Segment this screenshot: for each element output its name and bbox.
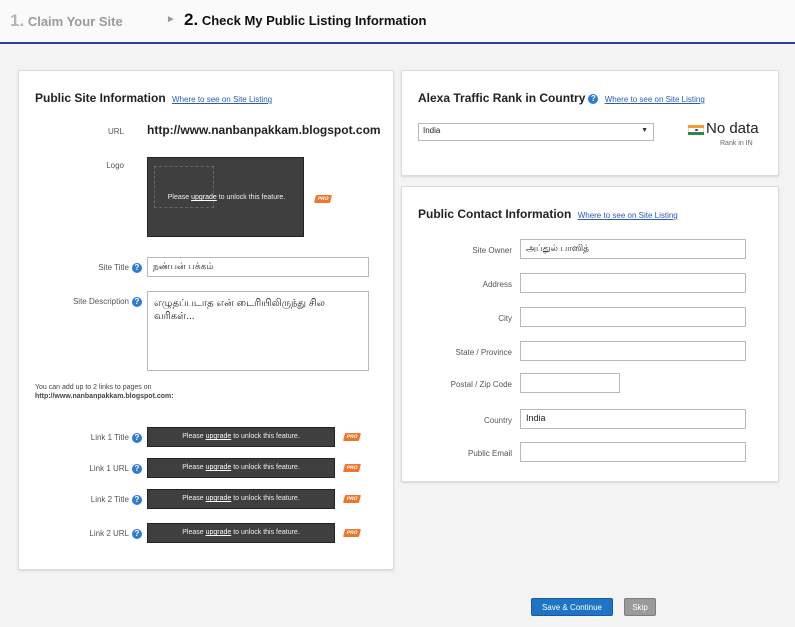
site-description-textarea[interactable]: எழுதப்படாத என் டைரியிலிருந்து சில வரிகள்… xyxy=(147,291,369,371)
panel-title-text: Public Site Information xyxy=(35,91,166,105)
skip-button[interactable]: Skip xyxy=(624,598,656,616)
link-label-text: Link 1 Title xyxy=(90,433,129,443)
city-label: City xyxy=(498,314,512,323)
link-2-title-label: Link 2 Title? xyxy=(59,495,142,505)
site-title-input[interactable]: நண்பன் பக்கம் xyxy=(147,257,369,277)
link-label-text: Link 2 URL xyxy=(89,529,129,539)
site-owner-label: Site Owner xyxy=(472,246,512,255)
link-2-url-label: Link 2 URL? xyxy=(59,529,142,539)
locked-text: to unlock this feature. xyxy=(233,495,300,502)
link-1-url-label: Link 1 URL? xyxy=(59,464,142,474)
country-select[interactable]: India ▼ xyxy=(418,123,654,141)
upgrade-link[interactable]: upgrade xyxy=(206,464,232,471)
info-icon[interactable]: ? xyxy=(132,529,142,539)
step-header: 1. Claim Your Site ► 2. Check My Public … xyxy=(0,0,795,44)
info-icon[interactable]: ? xyxy=(588,93,599,104)
save-continue-button[interactable]: Save & Continue xyxy=(531,598,613,616)
links-note-domain: http://www.nanbanpakkam.blogspot.com: xyxy=(35,393,174,400)
site-description-label-text: Site Description xyxy=(72,297,129,307)
where-to-see-link[interactable]: Where to see on Site Listing xyxy=(172,95,272,104)
logo-label: Logo xyxy=(106,161,124,170)
upgrade-link[interactable]: upgrade xyxy=(206,433,232,440)
locked-text: Please xyxy=(182,464,204,471)
upgrade-link[interactable]: upgrade xyxy=(191,194,217,201)
site-description-label: Site Description? xyxy=(29,297,142,307)
step-label: Claim Your Site xyxy=(27,14,123,29)
alexa-rank-panel: Alexa Traffic Rank in Country? Where to … xyxy=(401,70,779,176)
locked-text: to unlock this feature. xyxy=(233,464,300,471)
postal-code-label: Postal / Zip Code xyxy=(450,380,512,389)
country-input[interactable]: India xyxy=(520,409,746,429)
site-url: http://www.nanbanpakkam.blogspot.com xyxy=(147,123,381,137)
links-note: You can add up to 2 links to pages on ht… xyxy=(35,383,174,401)
link-label-text: Link 1 URL xyxy=(89,464,129,474)
link-2-title-locked: Please upgrade to unlock this feature. xyxy=(147,489,335,509)
info-icon[interactable]: ? xyxy=(132,495,142,505)
public-contact-panel: Public Contact Information Where to see … xyxy=(401,186,779,482)
india-flag-icon xyxy=(688,125,704,135)
url-label: URL xyxy=(107,127,124,136)
public-email-label: Public Email xyxy=(467,449,512,458)
site-title-label-text: Site Title xyxy=(98,263,129,273)
public-email-input[interactable] xyxy=(520,442,746,462)
panel-title: Public Contact Information Where to see … xyxy=(418,207,678,221)
step-claim-your-site[interactable]: 1. Claim Your Site xyxy=(10,11,123,31)
locked-text: Please xyxy=(167,194,190,201)
address-input[interactable] xyxy=(520,273,746,293)
country-label: Country xyxy=(483,416,512,425)
step-number: 2. xyxy=(184,10,199,29)
upgrade-link[interactable]: upgrade xyxy=(206,529,232,536)
pro-badge-icon: PRO xyxy=(343,464,361,472)
locked-text: to unlock this feature. xyxy=(218,194,286,201)
logo-locked-area: Please upgrade to unlock this feature. xyxy=(147,157,304,237)
where-to-see-link[interactable]: Where to see on Site Listing xyxy=(578,211,678,220)
pro-badge-icon: PRO xyxy=(314,195,332,203)
upgrade-link[interactable]: upgrade xyxy=(206,495,232,502)
public-site-panel: Public Site Information Where to see on … xyxy=(18,70,394,570)
link-label-text: Link 2 Title xyxy=(90,495,129,505)
site-owner-input[interactable]: அப்துல் பாஸித் xyxy=(520,239,746,259)
postal-code-input[interactable] xyxy=(520,373,620,393)
country-select-value: India xyxy=(423,126,441,135)
info-icon[interactable]: ? xyxy=(132,297,142,307)
state-province-input[interactable] xyxy=(520,341,746,361)
pro-badge-icon: PRO xyxy=(343,495,361,503)
link-1-title-locked: Please upgrade to unlock this feature. xyxy=(147,427,335,447)
step-label: Check My Public Listing Information xyxy=(201,13,427,28)
link-1-url-locked: Please upgrade to unlock this feature. xyxy=(147,458,335,478)
link-2-url-locked: Please upgrade to unlock this feature. xyxy=(147,523,335,543)
locked-text: Please xyxy=(182,529,204,536)
logo-placeholder xyxy=(154,166,214,208)
locked-text: Please xyxy=(182,495,204,502)
site-title-label: Site Title? xyxy=(59,263,142,273)
rank-in-text: Rank in IN xyxy=(720,140,753,147)
link-1-title-label: Link 1 Title? xyxy=(59,433,142,443)
pro-badge-icon: PRO xyxy=(343,433,361,441)
locked-text: to unlock this feature. xyxy=(233,529,300,536)
step-check-listing: 2. Check My Public Listing Information xyxy=(184,10,426,30)
panel-title-text: Public Contact Information xyxy=(418,207,572,221)
panel-title: Public Site Information Where to see on … xyxy=(35,91,272,105)
city-input[interactable] xyxy=(520,307,746,327)
step-number: 1. xyxy=(10,11,25,30)
step-arrow-icon: ► xyxy=(166,14,176,25)
panel-title: Alexa Traffic Rank in Country? Where to … xyxy=(418,91,705,105)
locked-message: Please upgrade to unlock this feature. xyxy=(148,194,305,201)
where-to-see-link[interactable]: Where to see on Site Listing xyxy=(605,95,705,104)
address-label: Address xyxy=(482,280,512,289)
locked-text: to unlock this feature. xyxy=(233,433,300,440)
pro-badge-icon: PRO xyxy=(343,529,361,537)
info-icon[interactable]: ? xyxy=(132,464,142,474)
links-note-line: You can add up to 2 links to pages on xyxy=(35,384,152,391)
no-data-text: No data xyxy=(706,120,759,137)
info-icon[interactable]: ? xyxy=(132,263,142,273)
chevron-down-icon: ▼ xyxy=(641,127,648,134)
info-icon[interactable]: ? xyxy=(132,433,142,443)
state-province-label: State / Province xyxy=(455,348,512,357)
locked-text: Please xyxy=(182,433,204,440)
panel-title-text: Alexa Traffic Rank in Country xyxy=(418,91,586,105)
